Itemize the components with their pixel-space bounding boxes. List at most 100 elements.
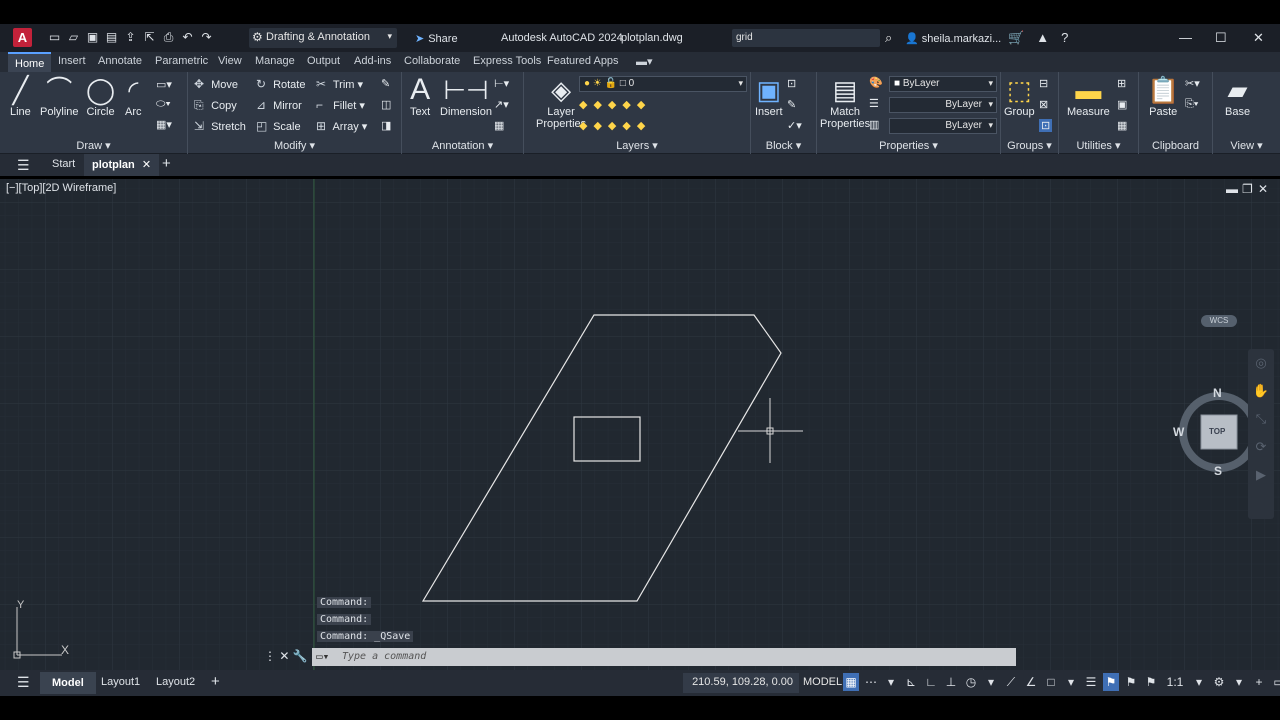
scale-dropdown[interactable]: 1:1	[1163, 673, 1187, 691]
viewport-close-icon[interactable]: ✕	[1258, 182, 1268, 196]
tab-layout1[interactable]: Layout1	[101, 676, 140, 688]
trim-button[interactable]: ✂ Trim ▾	[316, 77, 363, 91]
tab-annotate[interactable]: Annotate	[98, 55, 142, 67]
pan-icon[interactable]: ✋	[1248, 377, 1274, 405]
search-input[interactable]: grid	[732, 29, 880, 47]
lineweight-dropdown[interactable]: ByLayer ▾	[889, 97, 997, 113]
viewport-controls[interactable]: [−][Top][2D Wireframe]	[6, 182, 116, 194]
tab-model[interactable]: Model	[40, 672, 96, 694]
compass-south[interactable]: S	[1214, 464, 1222, 478]
orbit-icon[interactable]: ⟳	[1248, 433, 1274, 461]
redo-icon[interactable]: ↷	[200, 30, 213, 44]
viewcube-top-face[interactable]: TOP	[1209, 427, 1225, 436]
close-icon[interactable]: ✕	[279, 649, 289, 663]
undo-icon[interactable]: ↶	[181, 30, 194, 44]
tab-plotplan[interactable]: plotplan ✕	[84, 154, 160, 176]
grip-icon[interactable]: ⋮	[264, 649, 276, 663]
match-properties-button[interactable]: ▤ Match Properties	[820, 74, 870, 130]
coordinates-readout[interactable]: 210.59, 109.28, 0.00	[683, 673, 799, 693]
utilities-panel-title[interactable]: Utilities ▾	[1059, 139, 1138, 152]
ortho-icon[interactable]: ⊥	[943, 673, 959, 691]
tab-parametric[interactable]: Parametric	[155, 55, 208, 67]
units-icon[interactable]: ▭	[1271, 673, 1280, 691]
annotation-panel-title[interactable]: Annotation ▾	[402, 139, 523, 152]
copy-button[interactable]: ⎘ Copy	[194, 98, 237, 113]
cart-icon[interactable]: 🛒	[1008, 30, 1024, 46]
view-panel-title[interactable]: View ▾	[1213, 139, 1280, 152]
tab-express-tools[interactable]: Express Tools	[473, 55, 541, 67]
new-icon[interactable]: ▭	[48, 30, 61, 44]
add-icon[interactable]: +	[1251, 673, 1267, 691]
viewport-restore-icon[interactable]: ❐	[1242, 182, 1253, 196]
rectangle-icon[interactable]: ▭▾	[156, 78, 172, 91]
group-edit-icon[interactable]: ⊠	[1039, 98, 1048, 111]
annotation-visibility-icon[interactable]: ⚑	[1103, 673, 1119, 691]
linetype-dropdown[interactable]: ByLayer ▾	[889, 118, 997, 134]
publish-icon[interactable]: ⇪	[124, 30, 137, 44]
showmotion-icon[interactable]: ▶	[1248, 461, 1274, 489]
compass-north[interactable]: N	[1213, 386, 1222, 400]
tab-output[interactable]: Output	[307, 55, 340, 67]
share-button[interactable]: ➤ Share	[415, 32, 458, 45]
search-icon[interactable]: ⌕	[885, 30, 892, 46]
tab-insert[interactable]: Insert	[58, 55, 86, 67]
tab-manage[interactable]: Manage	[255, 55, 295, 67]
quick-select-icon[interactable]: ▣	[1117, 98, 1127, 111]
tab-collaborate[interactable]: Collaborate	[404, 55, 460, 67]
plot-icon[interactable]: ⎙	[162, 30, 175, 44]
infer-constraints-icon[interactable]: ⊾	[903, 673, 919, 691]
annotation-scale-icon[interactable]: ⚑	[1143, 673, 1159, 691]
viewport-minimize-icon[interactable]: ▬	[1226, 182, 1238, 196]
dimension-button[interactable]: ⊢⊣ Dimension	[440, 74, 492, 118]
hatch-icon[interactable]: ⬭▾	[156, 98, 171, 111]
workspace-switcher[interactable]: ⚙ Drafting & Annotation ▾	[249, 28, 397, 48]
table-icon[interactable]: ▦	[494, 119, 504, 132]
stretch-button[interactable]: ⇲ Stretch	[194, 119, 246, 133]
wcs-menu[interactable]: WCS	[1201, 315, 1237, 327]
close-tab-icon[interactable]: ✕	[142, 159, 151, 171]
erase-icon[interactable]: ✎	[381, 77, 390, 90]
save-as-icon[interactable]: ▤	[105, 30, 118, 44]
circle-button[interactable]: ◯ Circle	[86, 74, 115, 118]
draw-panel-title[interactable]: Draw ▾	[0, 139, 187, 152]
properties-panel-title[interactable]: Properties ▾	[817, 139, 1000, 152]
model-space-button[interactable]: MODEL	[803, 676, 842, 688]
autodesk-icon[interactable]: ▲	[1036, 30, 1049, 46]
menu-icon[interactable]: ☰	[17, 157, 30, 174]
block-panel-title[interactable]: Block ▾	[751, 139, 816, 152]
clipboard-panel-title[interactable]: Clipboard	[1139, 140, 1212, 152]
chevron-down-icon[interactable]: ▾	[1191, 673, 1207, 691]
drawing-viewport[interactable]: [−][Top][2D Wireframe] ▬ ❐ ✕ Y X N S E W…	[0, 179, 1280, 670]
auto-scale-icon[interactable]: ⚑	[1123, 673, 1139, 691]
measure-button[interactable]: ▬ Measure	[1067, 74, 1110, 118]
move-button[interactable]: ✥ Move	[194, 77, 238, 91]
line-button[interactable]: ╱ Line	[10, 74, 31, 118]
layer-tools-row-2[interactable]: ◆◆◆◆◆	[579, 119, 651, 132]
object-snap-icon[interactable]: □	[1043, 673, 1059, 691]
lineweight-display-icon[interactable]: ☰	[1083, 673, 1099, 691]
fillet-button[interactable]: ⌐ Fillet ▾	[316, 98, 365, 112]
new-layout-icon[interactable]: +	[211, 673, 220, 690]
text-button[interactable]: A Text	[410, 74, 430, 119]
workspace-gear-icon[interactable]: ⚙	[1211, 673, 1227, 691]
tab-view[interactable]: View	[218, 55, 242, 67]
tab-start[interactable]: Start	[52, 158, 75, 170]
base-button[interactable]: ▰ Base	[1225, 74, 1250, 118]
linear-dim-icon[interactable]: ⊢▾	[494, 77, 509, 90]
modify-panel-title[interactable]: Modify ▾	[188, 139, 401, 152]
command-prompt-icon[interactable]: ▭▾	[316, 650, 329, 663]
steering-wheel-icon[interactable]: ◎	[1248, 349, 1274, 377]
isometric-icon[interactable]: ⟋	[1003, 673, 1019, 691]
polyline-button[interactable]: ⌒ Polyline	[40, 74, 79, 118]
explode-icon[interactable]: ◫	[381, 98, 391, 111]
layer-tools-row-1[interactable]: ◆◆◆◆◆	[579, 98, 651, 111]
grid-toggle-icon[interactable]: ▦	[843, 673, 859, 691]
customize-wrench-icon[interactable]: 🔧	[293, 649, 308, 663]
chevron-down-icon[interactable]: ▾	[1063, 673, 1079, 691]
compass-west[interactable]: W	[1173, 425, 1184, 439]
id-point-icon[interactable]: ⊞	[1117, 77, 1126, 90]
tab-layout2[interactable]: Layout2	[156, 676, 195, 688]
scale-button[interactable]: ◰ Scale	[256, 119, 301, 133]
layers-panel-title[interactable]: Layers ▾	[524, 139, 750, 152]
ribbon-options-icon[interactable]: ▬▾	[636, 55, 653, 68]
